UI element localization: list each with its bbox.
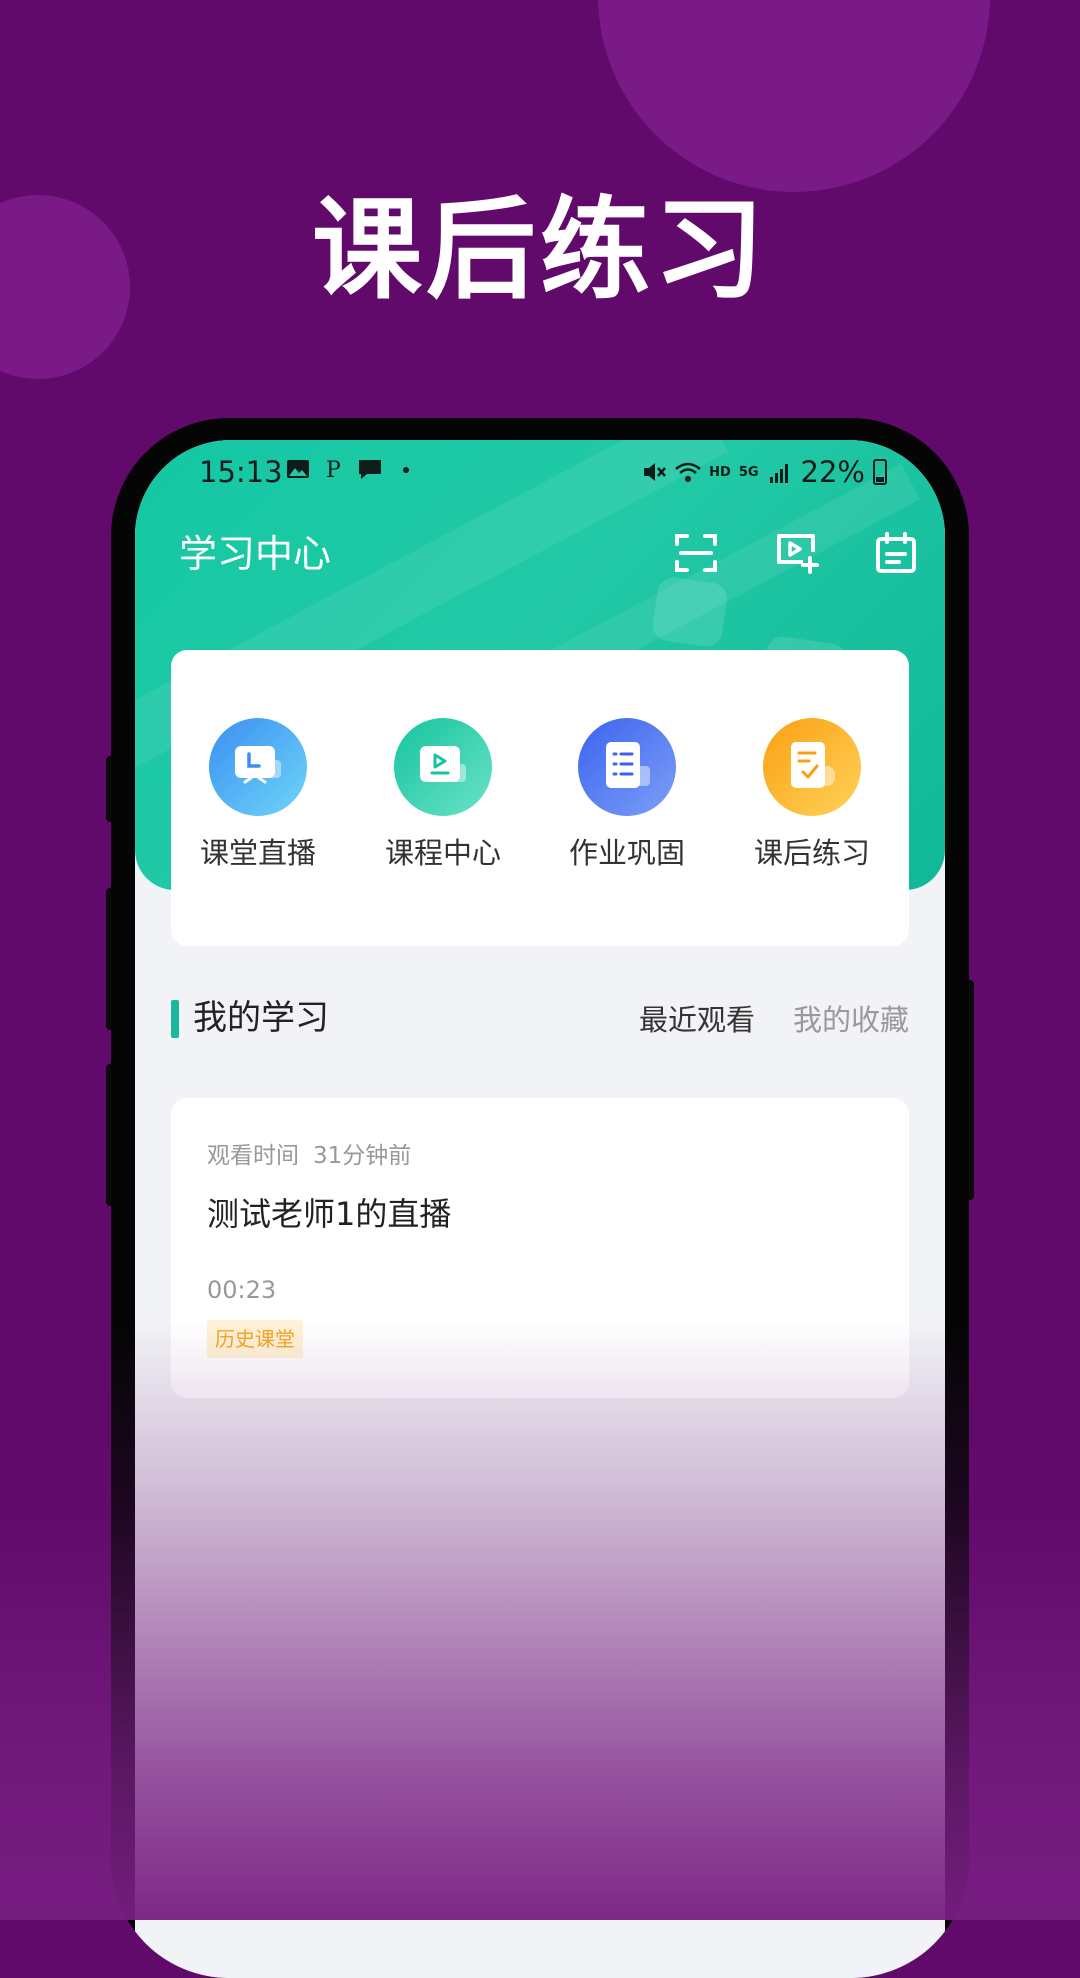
tab-favorites[interactable]: 我的收藏 [793,1000,909,1040]
promo-title: 课后练习 [312,186,768,314]
quick-action-homework[interactable]: 作业巩固 [552,718,702,870]
quick-action-label: 课后练习 [753,836,870,870]
history-duration: 00:23 [207,1276,277,1304]
signal-icon [769,464,788,483]
quick-action-practice[interactable]: 课后练习 [737,718,887,870]
gallery-icon [287,460,309,478]
status-time: 15:13 [199,455,283,489]
battery-percent: 22% [800,455,865,489]
scan-icon[interactable] [673,530,719,576]
quick-actions-card: 课堂直播 课程中心 作业巩固 课后练习 [171,650,909,946]
svg-text:P: P [326,458,341,482]
tab-recent[interactable]: 最近观看 [639,1000,755,1040]
section-accent-bar [171,1000,179,1038]
history-card[interactable]: 观看时间 31分钟前 测试老师1的直播 00:23 历史课堂 [171,1098,909,1398]
network-5g-label: 5G [738,464,759,480]
history-tag: 历史课堂 [207,1320,303,1358]
watch-time: 观看时间 31分钟前 [207,1142,411,1170]
network-hd-label: HD [709,464,731,480]
history-title: 测试老师1的直播 [207,1195,452,1233]
watch-time-value: 31分钟前 [313,1143,412,1169]
practice-icon [763,718,861,816]
homework-icon [578,718,676,816]
phone-frame: 15:13 P HD 5G 22% 学习中心 课堂直播 课程中心 作业巩固 课后… [111,418,969,1978]
notification-dot-icon [403,467,409,473]
course-center-icon [394,718,492,816]
watch-time-label: 观看时间 [207,1143,299,1169]
quick-action-label: 课程中心 [384,836,501,870]
live-classroom-icon [209,718,307,816]
quick-action-live-classroom[interactable]: 课堂直播 [183,718,333,870]
calendar-icon[interactable] [873,530,919,576]
section-title: 我的学习 [193,998,329,1038]
video-add-icon[interactable] [773,530,819,576]
mute-icon [644,463,667,481]
phone-screen: 15:13 P HD 5G 22% 学习中心 课堂直播 课程中心 作业巩固 课后… [135,440,945,1978]
wifi-icon [675,462,701,482]
decorative-card [650,575,730,649]
quick-action-label: 课堂直播 [199,836,316,870]
battery-icon [873,459,887,485]
quick-action-label: 作业巩固 [568,836,685,870]
message-icon [359,460,381,479]
decorative-circle-top [598,0,990,192]
app-bar-title: 学习中心 [179,532,332,576]
quick-action-course-center[interactable]: 课程中心 [368,718,518,870]
parking-icon: P [326,458,341,482]
status-bar: 15:13 P HD 5G 22% [135,440,945,500]
